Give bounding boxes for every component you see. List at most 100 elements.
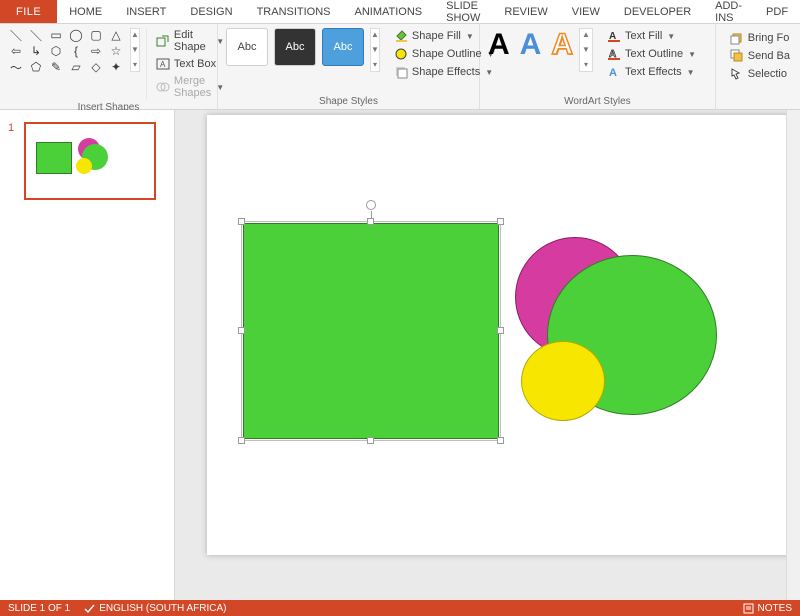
shapes-gallery[interactable]: ＼ ＼ ▭ ◯ ▢ △ ⇦ ↳ ⬡ { ⇨ ☆ ～ ⬠ ✎ ▱ ◇ ✦: [8, 28, 124, 74]
gallery-up-icon[interactable]: ▲: [371, 29, 379, 41]
style-gallery-scroll[interactable]: ▲ ▼ ▾: [370, 28, 380, 72]
resize-handle-n[interactable]: [367, 218, 374, 225]
gallery-more-icon[interactable]: ▾: [371, 59, 379, 71]
tab-insert[interactable]: INSERT: [114, 0, 178, 23]
shape-oval-icon[interactable]: ◯: [68, 28, 84, 42]
status-bar: SLIDE 1 OF 1 ENGLISH (SOUTH AFRICA) NOTE…: [0, 600, 800, 616]
shapes-gallery-scroll[interactable]: ▲ ▼ ▾: [130, 28, 140, 72]
slide-canvas-area[interactable]: [175, 110, 800, 600]
status-language[interactable]: ENGLISH (SOUTH AFRICA): [84, 603, 226, 614]
tab-slideshow[interactable]: SLIDE SHOW: [434, 0, 492, 23]
resize-handle-nw[interactable]: [238, 218, 245, 225]
gallery-up-icon[interactable]: ▲: [131, 29, 139, 41]
resize-handle-se[interactable]: [497, 437, 504, 444]
wordart-gallery-scroll[interactable]: ▲ ▼ ▾: [579, 28, 593, 72]
group-wordart-styles: A A A ▲ ▼ ▾ A Text Fill▼ A Text Outline▼: [480, 24, 716, 109]
tab-review[interactable]: REVIEW: [492, 0, 559, 23]
shape-triangle-icon[interactable]: △: [108, 28, 124, 42]
status-notes[interactable]: NOTES: [743, 603, 792, 614]
text-effects-label: Text Effects: [625, 66, 682, 78]
shape-arrowR-icon[interactable]: ⇨: [88, 44, 104, 58]
shape-yellow-circle[interactable]: [521, 341, 605, 421]
text-outline-icon: A: [607, 47, 621, 61]
tab-file[interactable]: FILE: [0, 0, 57, 23]
shape-roundrect-icon[interactable]: ▢: [88, 28, 104, 42]
edit-shape-icon: [156, 34, 170, 48]
tab-design[interactable]: DESIGN: [178, 0, 244, 23]
text-fill-button[interactable]: A Text Fill▼: [605, 28, 698, 44]
slide[interactable]: [207, 115, 797, 555]
selection-frame[interactable]: [241, 221, 501, 441]
style-thumb-light[interactable]: Abc: [226, 28, 268, 66]
tab-transitions[interactable]: TRANSITIONS: [245, 0, 343, 23]
resize-handle-e[interactable]: [497, 327, 504, 334]
vertical-scrollbar[interactable]: [786, 110, 800, 600]
shape-line-icon[interactable]: ＼: [8, 28, 24, 42]
text-effects-button[interactable]: A Text Effects▼: [605, 64, 698, 80]
wordart-thumb-1[interactable]: A: [488, 28, 510, 62]
wordart-thumb-2[interactable]: A: [520, 28, 542, 62]
slide-thumbnail-panel[interactable]: 1: [0, 110, 175, 600]
thumbnail-preview[interactable]: [24, 122, 156, 200]
shape-plus-icon[interactable]: ✦: [108, 60, 124, 74]
resize-handle-w[interactable]: [238, 327, 245, 334]
gallery-more-icon[interactable]: ▾: [131, 59, 139, 71]
gallery-down-icon[interactable]: ▼: [371, 44, 379, 56]
resize-handle-sw[interactable]: [238, 437, 245, 444]
text-outline-button[interactable]: A Text Outline▼: [605, 46, 698, 62]
spellcheck-icon: [84, 603, 95, 614]
shape-star-icon[interactable]: ☆: [108, 44, 124, 58]
tab-home[interactable]: HOME: [57, 0, 114, 23]
tab-animations[interactable]: ANIMATIONS: [343, 0, 435, 23]
text-box-icon: A: [156, 57, 170, 71]
bring-forward-label: Bring Fo: [748, 32, 790, 44]
workspace: 1: [0, 110, 800, 600]
gallery-more-icon[interactable]: ▾: [580, 59, 592, 71]
shape-cloud-icon[interactable]: ▱: [68, 60, 84, 74]
shape-freeform-icon[interactable]: ✎: [48, 60, 64, 74]
gallery-down-icon[interactable]: ▼: [131, 44, 139, 56]
shape-poly-icon[interactable]: ⬠: [28, 60, 44, 74]
tab-pdf[interactable]: PDF: [754, 0, 800, 23]
group-arrange-overflow: Bring Fo Send Ba Selectio: [716, 24, 800, 109]
send-backward-button[interactable]: Send Ba: [728, 48, 792, 64]
shape-fill-label: Shape Fill: [412, 30, 461, 42]
group-shape-styles-label: Shape Styles: [226, 94, 471, 107]
merge-shapes-button: Merge Shapes▼: [153, 74, 227, 100]
outline-icon: [394, 47, 408, 61]
shape-hex-icon[interactable]: ⬡: [48, 44, 64, 58]
status-notes-label: NOTES: [758, 603, 792, 614]
wordart-gallery[interactable]: A A A: [488, 28, 573, 62]
thumbnail-1[interactable]: 1: [8, 122, 166, 200]
merge-shapes-label: Merge Shapes: [174, 75, 211, 99]
resize-handle-ne[interactable]: [497, 218, 504, 225]
status-slide-indicator[interactable]: SLIDE 1 OF 1: [8, 603, 70, 614]
wordart-thumb-3[interactable]: A: [551, 28, 573, 62]
rotate-handle-icon[interactable]: [366, 200, 376, 210]
shape-connector-icon[interactable]: ↳: [28, 44, 44, 58]
thumb-rectangle-icon: [36, 142, 72, 174]
tab-view[interactable]: VIEW: [560, 0, 612, 23]
shape-brace-icon[interactable]: {: [68, 44, 84, 58]
bring-forward-button[interactable]: Bring Fo: [728, 30, 792, 46]
style-thumb-blue[interactable]: Abc: [322, 28, 364, 66]
text-fill-icon: A: [607, 29, 621, 43]
shape-curve-icon[interactable]: ～: [8, 60, 24, 74]
svg-text:A: A: [609, 67, 617, 79]
shape-rect-icon[interactable]: ▭: [48, 28, 64, 42]
gallery-up-icon[interactable]: ▲: [580, 29, 592, 41]
shape-line2-icon[interactable]: ＼: [28, 28, 44, 42]
selection-pane-label: Selectio: [748, 68, 787, 80]
resize-handle-s[interactable]: [367, 437, 374, 444]
tab-developer[interactable]: DEVELOPER: [612, 0, 703, 23]
shape-arrowL-icon[interactable]: ⇦: [8, 44, 24, 58]
selection-pane-button[interactable]: Selectio: [728, 66, 792, 82]
text-box-button[interactable]: A Text Box: [153, 56, 227, 72]
text-fill-label: Text Fill: [625, 30, 662, 42]
shape-style-gallery[interactable]: Abc Abc Abc: [226, 28, 364, 66]
style-thumb-dark[interactable]: Abc: [274, 28, 316, 66]
tab-addins[interactable]: ADD-INS: [703, 0, 754, 23]
gallery-down-icon[interactable]: ▼: [580, 44, 592, 56]
shape-callout-icon[interactable]: ◇: [88, 60, 104, 74]
edit-shape-button[interactable]: Edit Shape▼: [153, 28, 227, 54]
